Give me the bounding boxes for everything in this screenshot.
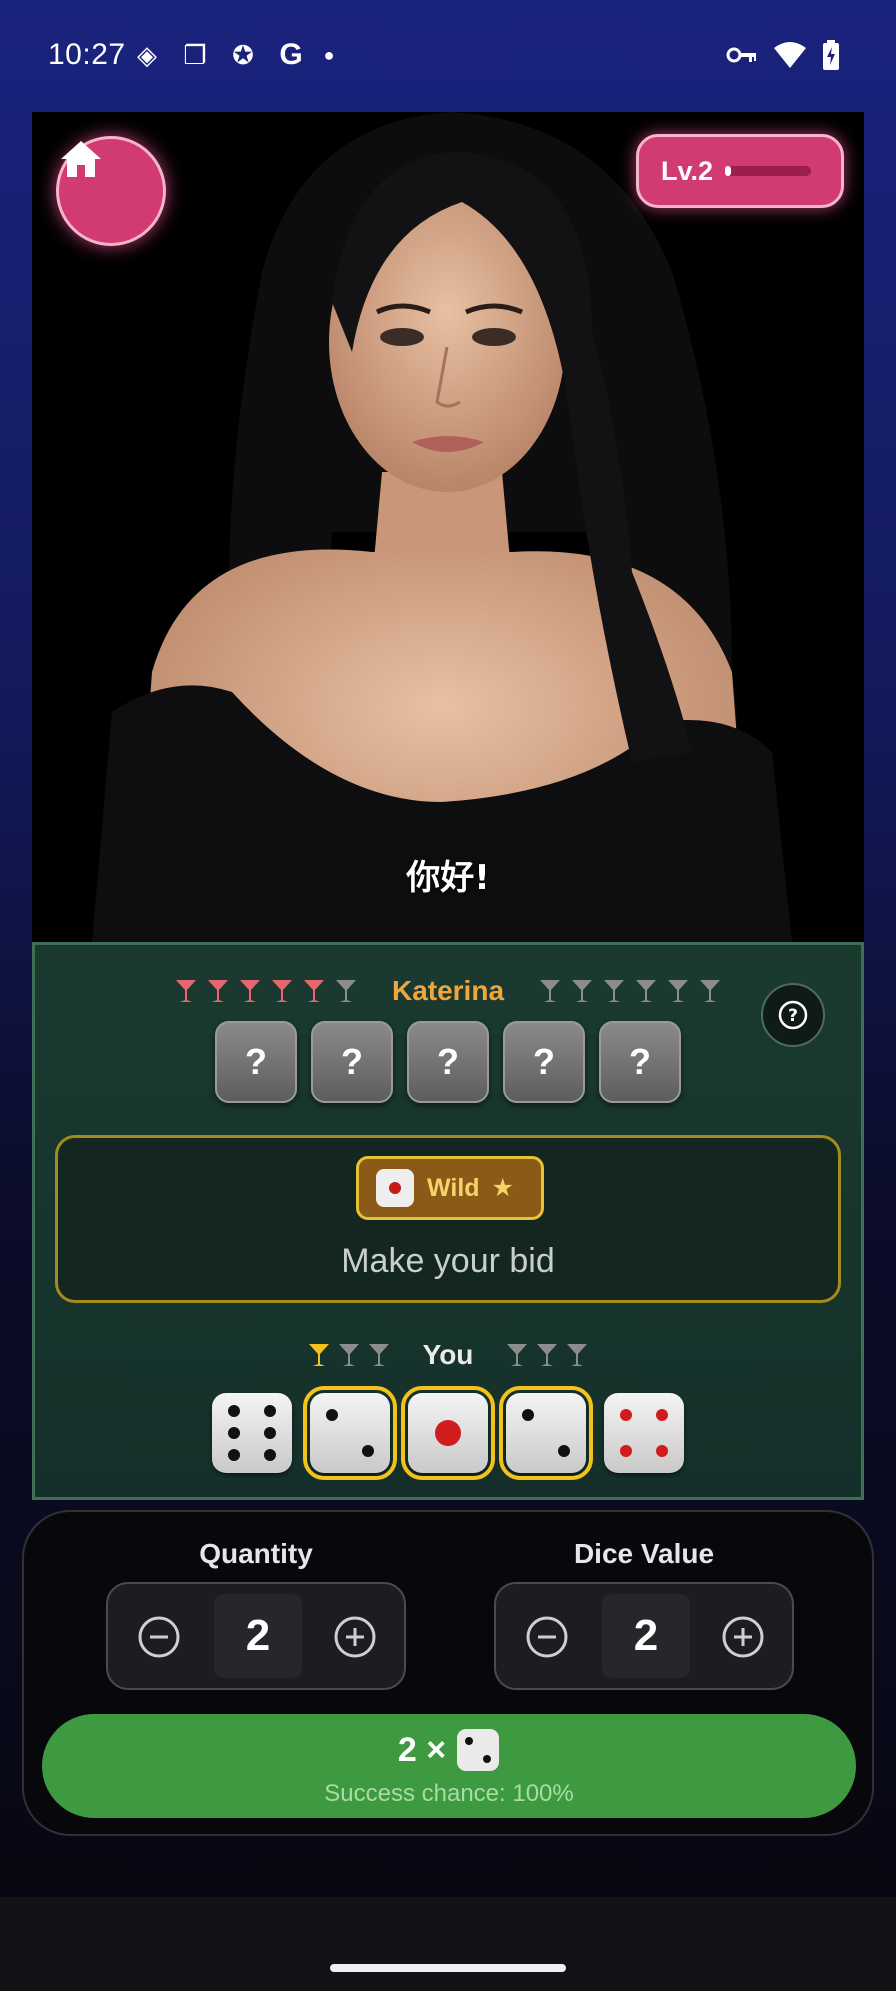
die-pip	[263, 1427, 276, 1439]
dice-value-stepper: 2	[494, 1582, 794, 1690]
level-label: Lv.2	[661, 155, 714, 186]
status-bar: 10:27 ◈ ❐ ✪ G ●	[0, 0, 896, 112]
die-pip	[655, 1409, 668, 1422]
opponent-cups-left	[174, 978, 358, 1004]
opponent-header: Katerina	[35, 969, 861, 1013]
dice-value: 2	[602, 1594, 690, 1678]
die-two-icon	[457, 1729, 500, 1771]
diamond-icon: ◈	[137, 40, 157, 70]
status-time: 10:27	[48, 38, 126, 71]
opponent-cup-icon	[572, 980, 593, 1002]
submit-bid-button[interactable]: 2 × Success chance: 100%	[42, 1714, 856, 1818]
player-header: You	[35, 1335, 861, 1375]
player-name: You	[422, 1339, 474, 1370]
level-progress-bar	[725, 166, 812, 176]
level-badge: Lv.2	[636, 134, 844, 208]
home-icon	[61, 141, 101, 177]
die-pip	[620, 1409, 633, 1422]
dot-icon: ●	[323, 45, 335, 65]
submit-quantity: 2 ×	[397, 1730, 447, 1769]
player-die[interactable]	[303, 1386, 397, 1480]
player-cup-icon	[308, 1344, 329, 1366]
player-cups-right	[505, 1342, 589, 1368]
wifi-icon	[774, 42, 806, 68]
opponent-cup-icon	[668, 980, 689, 1002]
character-portrait: Lv.2 你好!	[32, 112, 864, 942]
quantity-stepper: 2	[106, 1582, 406, 1690]
quantity-label: Quantity	[199, 1538, 313, 1569]
copy-icon: ❐	[183, 40, 207, 70]
player-cup-icon	[368, 1344, 389, 1366]
home-gesture-handle[interactable]	[330, 1964, 566, 1972]
character-image	[32, 112, 864, 942]
success-chance: Success chance: 100%	[324, 1780, 574, 1807]
bid-controls: Quantity 2 Dice Value 2 2 × Success chan…	[22, 1510, 874, 1836]
quantity-increase-button[interactable]	[328, 1610, 382, 1664]
hidden-die: ?	[407, 1021, 489, 1103]
player-cups-left	[307, 1342, 391, 1368]
die-pip	[620, 1444, 633, 1457]
hidden-die: ?	[503, 1021, 585, 1103]
die-pip	[522, 1409, 535, 1422]
die-pip	[228, 1404, 241, 1417]
hidden-die: ?	[599, 1021, 681, 1103]
player-die[interactable]	[499, 1386, 593, 1480]
die-pip	[228, 1449, 241, 1462]
opponent-cup-icon	[207, 980, 228, 1002]
die-pip	[435, 1420, 461, 1446]
opponent-name: Katerina	[391, 975, 505, 1006]
player-die[interactable]	[604, 1393, 684, 1473]
die-pip	[557, 1444, 570, 1457]
hidden-die: ?	[311, 1021, 393, 1103]
opponent-dice: ?????	[35, 1021, 861, 1103]
wild-badge: Wild ★	[356, 1156, 544, 1220]
opponent-cup-icon	[604, 980, 625, 1002]
player-cup-icon	[338, 1344, 359, 1366]
player-die[interactable]	[212, 1393, 292, 1473]
dice-value-label: Dice Value	[573, 1538, 715, 1569]
opponent-cup-icon	[303, 980, 324, 1002]
opponent-cup-icon	[271, 980, 292, 1002]
game-table: Katerina ? ????? Wild ★ Make your bid Yo…	[32, 942, 864, 1500]
level-progress-fill	[725, 166, 732, 176]
wild-label: Wild	[427, 1173, 480, 1202]
submit-bid-summary: 2 ×	[42, 1728, 856, 1772]
dice-value-increase-button[interactable]	[716, 1610, 770, 1664]
player-dice	[35, 1386, 861, 1480]
hidden-die: ?	[215, 1021, 297, 1103]
key-icon	[726, 47, 756, 63]
player-cup-icon	[537, 1344, 558, 1366]
opponent-cup-icon	[335, 980, 356, 1002]
die-pip	[361, 1444, 374, 1457]
player-die[interactable]	[401, 1386, 495, 1480]
opponent-cup-icon	[700, 980, 721, 1002]
opponent-cup-icon	[239, 980, 260, 1002]
opponent-cup-icon	[175, 980, 196, 1002]
bid-panel: Wild ★ Make your bid	[55, 1135, 841, 1303]
quantity-decrease-button[interactable]	[132, 1610, 186, 1664]
quantity-value: 2	[214, 1594, 302, 1678]
star-icon: ★	[491, 1174, 514, 1202]
home-button[interactable]	[56, 136, 166, 246]
google-icon: G	[279, 38, 303, 71]
player-cup-icon	[507, 1344, 528, 1366]
status-system-icons	[726, 40, 840, 70]
dice-value-decrease-button[interactable]	[520, 1610, 574, 1664]
die-pip	[263, 1449, 276, 1462]
navigation-bar	[0, 1897, 896, 1991]
player-cup-icon	[567, 1344, 588, 1366]
opponent-cups-right	[538, 978, 722, 1004]
bid-prompt: Make your bid	[341, 1242, 555, 1280]
die-pip	[655, 1444, 668, 1457]
status-notification-icons: ◈ ❐ ✪ G ●	[130, 38, 336, 71]
die-pip	[326, 1409, 339, 1422]
opponent-cup-icon	[540, 980, 561, 1002]
character-speech: 你好!	[406, 858, 490, 898]
die-one-icon	[376, 1169, 414, 1207]
opponent-cup-icon	[636, 980, 657, 1002]
die-pip	[228, 1427, 241, 1439]
battery-icon	[823, 40, 839, 70]
die-pip	[263, 1404, 276, 1417]
game-icon: ✪	[232, 40, 254, 70]
